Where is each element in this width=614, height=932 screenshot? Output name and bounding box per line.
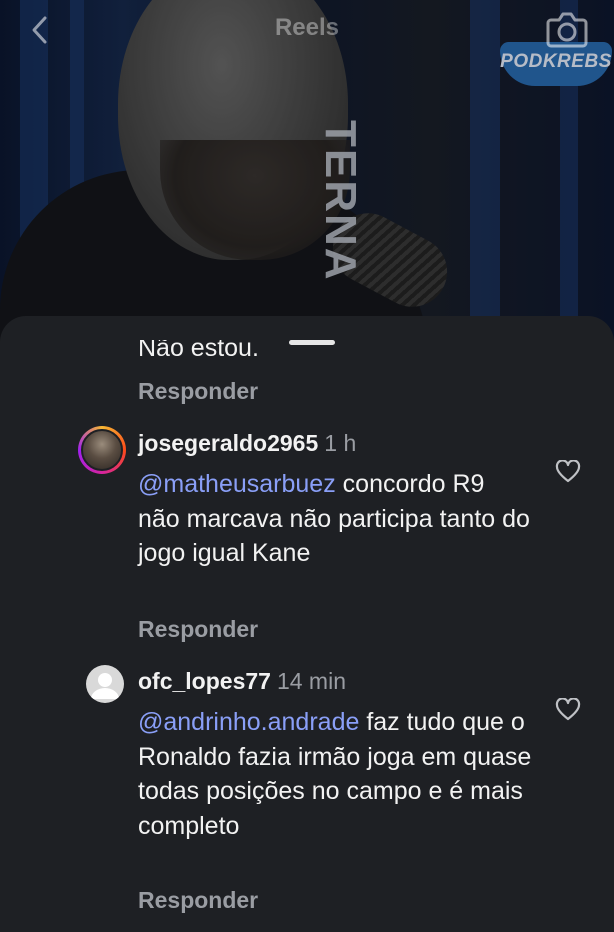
top-bar: Reels xyxy=(0,0,614,60)
comment-timestamp: 14 min xyxy=(276,668,346,694)
previous-comment-partial-text: Não estou. xyxy=(138,340,259,360)
comment-username[interactable]: josegeraldo2965 1 h xyxy=(138,430,356,457)
default-user-icon xyxy=(91,673,119,699)
avatar[interactable] xyxy=(86,665,124,703)
avatar[interactable] xyxy=(78,426,126,474)
comment-username[interactable]: ofc_lopes77 14 min xyxy=(138,668,346,695)
comment-timestamp: 1 h xyxy=(324,430,357,456)
reply-button[interactable]: Responder xyxy=(138,887,258,914)
avatar-photo xyxy=(81,429,123,471)
like-heart-icon[interactable] xyxy=(555,698,581,722)
comments-sheet: Não estou. Responder josegeraldo2965 1 h … xyxy=(0,316,614,932)
comment-text: @andrinho.andrade faz tudo que o Ronaldo… xyxy=(138,708,532,840)
mention-link[interactable]: @andrinho.andrade xyxy=(138,708,359,736)
sheet-drag-handle[interactable] xyxy=(289,340,335,345)
reply-button[interactable]: Responder xyxy=(138,378,258,405)
like-heart-icon[interactable] xyxy=(555,460,581,484)
reply-button[interactable]: Responder xyxy=(138,616,258,643)
camera-icon[interactable] xyxy=(546,10,588,48)
mention-link[interactable]: @matheusarbuez xyxy=(138,470,336,498)
page-title: Reels xyxy=(274,14,340,41)
comment-text: @matheusarbuez concordo R9 não marcava n… xyxy=(138,470,530,567)
